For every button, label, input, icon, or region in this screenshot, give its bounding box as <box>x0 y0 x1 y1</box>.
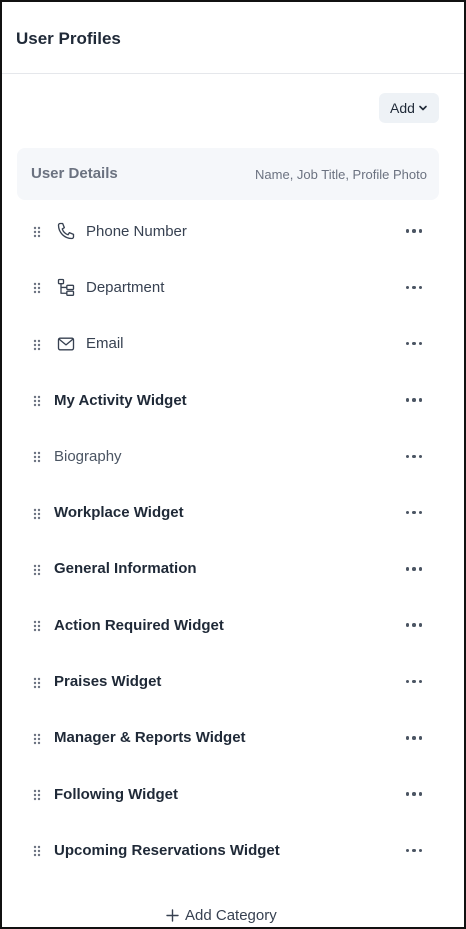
list-item[interactable]: Action Required Widget <box>2 597 464 653</box>
list-item-label: Workplace Widget <box>54 504 184 522</box>
drag-handle-icon[interactable] <box>33 619 41 632</box>
drag-handle-icon[interactable] <box>33 281 41 294</box>
list-item[interactable]: Department <box>2 259 464 315</box>
add-category-button[interactable]: Add Category <box>166 907 277 924</box>
list-item-label: Email <box>86 335 124 353</box>
list-item[interactable]: Upcoming Reservations Widget <box>2 822 464 878</box>
list-item-label: Department <box>86 278 165 296</box>
department-tree-icon <box>55 276 77 298</box>
list-item[interactable]: Biography <box>2 428 464 484</box>
more-options-icon[interactable] <box>402 786 426 802</box>
drag-handle-icon[interactable] <box>33 394 41 407</box>
list-item-label: Manager & Reports Widget <box>54 729 246 747</box>
user-details-card[interactable]: User Details Name, Job Title, Profile Ph… <box>17 148 439 200</box>
list-item[interactable]: Manager & Reports Widget <box>2 710 464 766</box>
more-options-icon[interactable] <box>402 505 426 521</box>
drag-handle-icon[interactable] <box>33 788 41 801</box>
list-item[interactable]: Workplace Widget <box>2 484 464 540</box>
list-item[interactable]: Following Widget <box>2 766 464 822</box>
more-options-icon[interactable] <box>402 223 426 239</box>
more-options-icon[interactable] <box>402 336 426 352</box>
list-item[interactable]: My Activity Widget <box>2 372 464 428</box>
page-title: User Profiles <box>16 29 121 48</box>
list-item-label: Praises Widget <box>54 673 162 691</box>
drag-handle-icon[interactable] <box>33 563 41 576</box>
panel-header: User Profiles <box>2 2 464 74</box>
list-item[interactable]: General Information <box>2 541 464 597</box>
list-item-label: Biography <box>54 447 122 465</box>
chevron-down-icon <box>419 105 427 111</box>
add-category-label: Add Category <box>185 907 277 924</box>
more-options-icon[interactable] <box>402 279 426 295</box>
profile-field-list: Phone Number Department Email My Activity W… <box>2 203 464 879</box>
list-item-label: Action Required Widget <box>54 616 224 634</box>
drag-handle-icon[interactable] <box>33 844 41 857</box>
more-options-icon[interactable] <box>402 392 426 408</box>
plus-icon <box>166 909 179 922</box>
list-item-label: Phone Number <box>86 222 187 240</box>
user-profiles-panel: User Profiles Add User Details Name, Job… <box>0 0 466 929</box>
list-item[interactable]: Praises Widget <box>2 653 464 709</box>
list-item-label: General Information <box>54 560 197 578</box>
phone-icon <box>55 220 77 242</box>
user-details-fields: Name, Job Title, Profile Photo <box>255 167 427 182</box>
more-options-icon[interactable] <box>402 561 426 577</box>
more-options-icon[interactable] <box>402 448 426 464</box>
drag-handle-icon[interactable] <box>33 507 41 519</box>
user-details-title: User Details <box>31 165 118 182</box>
drag-handle-icon[interactable] <box>33 732 41 745</box>
drag-handle-icon[interactable] <box>33 225 41 238</box>
drag-handle-icon[interactable] <box>33 338 41 350</box>
list-item[interactable]: Email <box>2 316 464 372</box>
add-button-label: Add <box>390 100 415 116</box>
list-item-label: My Activity Widget <box>54 391 187 409</box>
drag-handle-icon[interactable] <box>33 676 41 688</box>
list-item[interactable]: Phone Number <box>2 203 464 259</box>
more-options-icon[interactable] <box>402 842 426 858</box>
mail-icon <box>55 333 77 355</box>
list-item-label: Following Widget <box>54 785 179 803</box>
more-options-icon[interactable] <box>402 617 426 633</box>
add-button[interactable]: Add <box>379 93 439 123</box>
more-options-icon[interactable] <box>402 674 426 690</box>
list-item-label: Upcoming Reservations Widget <box>54 841 280 859</box>
drag-handle-icon[interactable] <box>33 450 41 463</box>
more-options-icon[interactable] <box>402 730 426 746</box>
